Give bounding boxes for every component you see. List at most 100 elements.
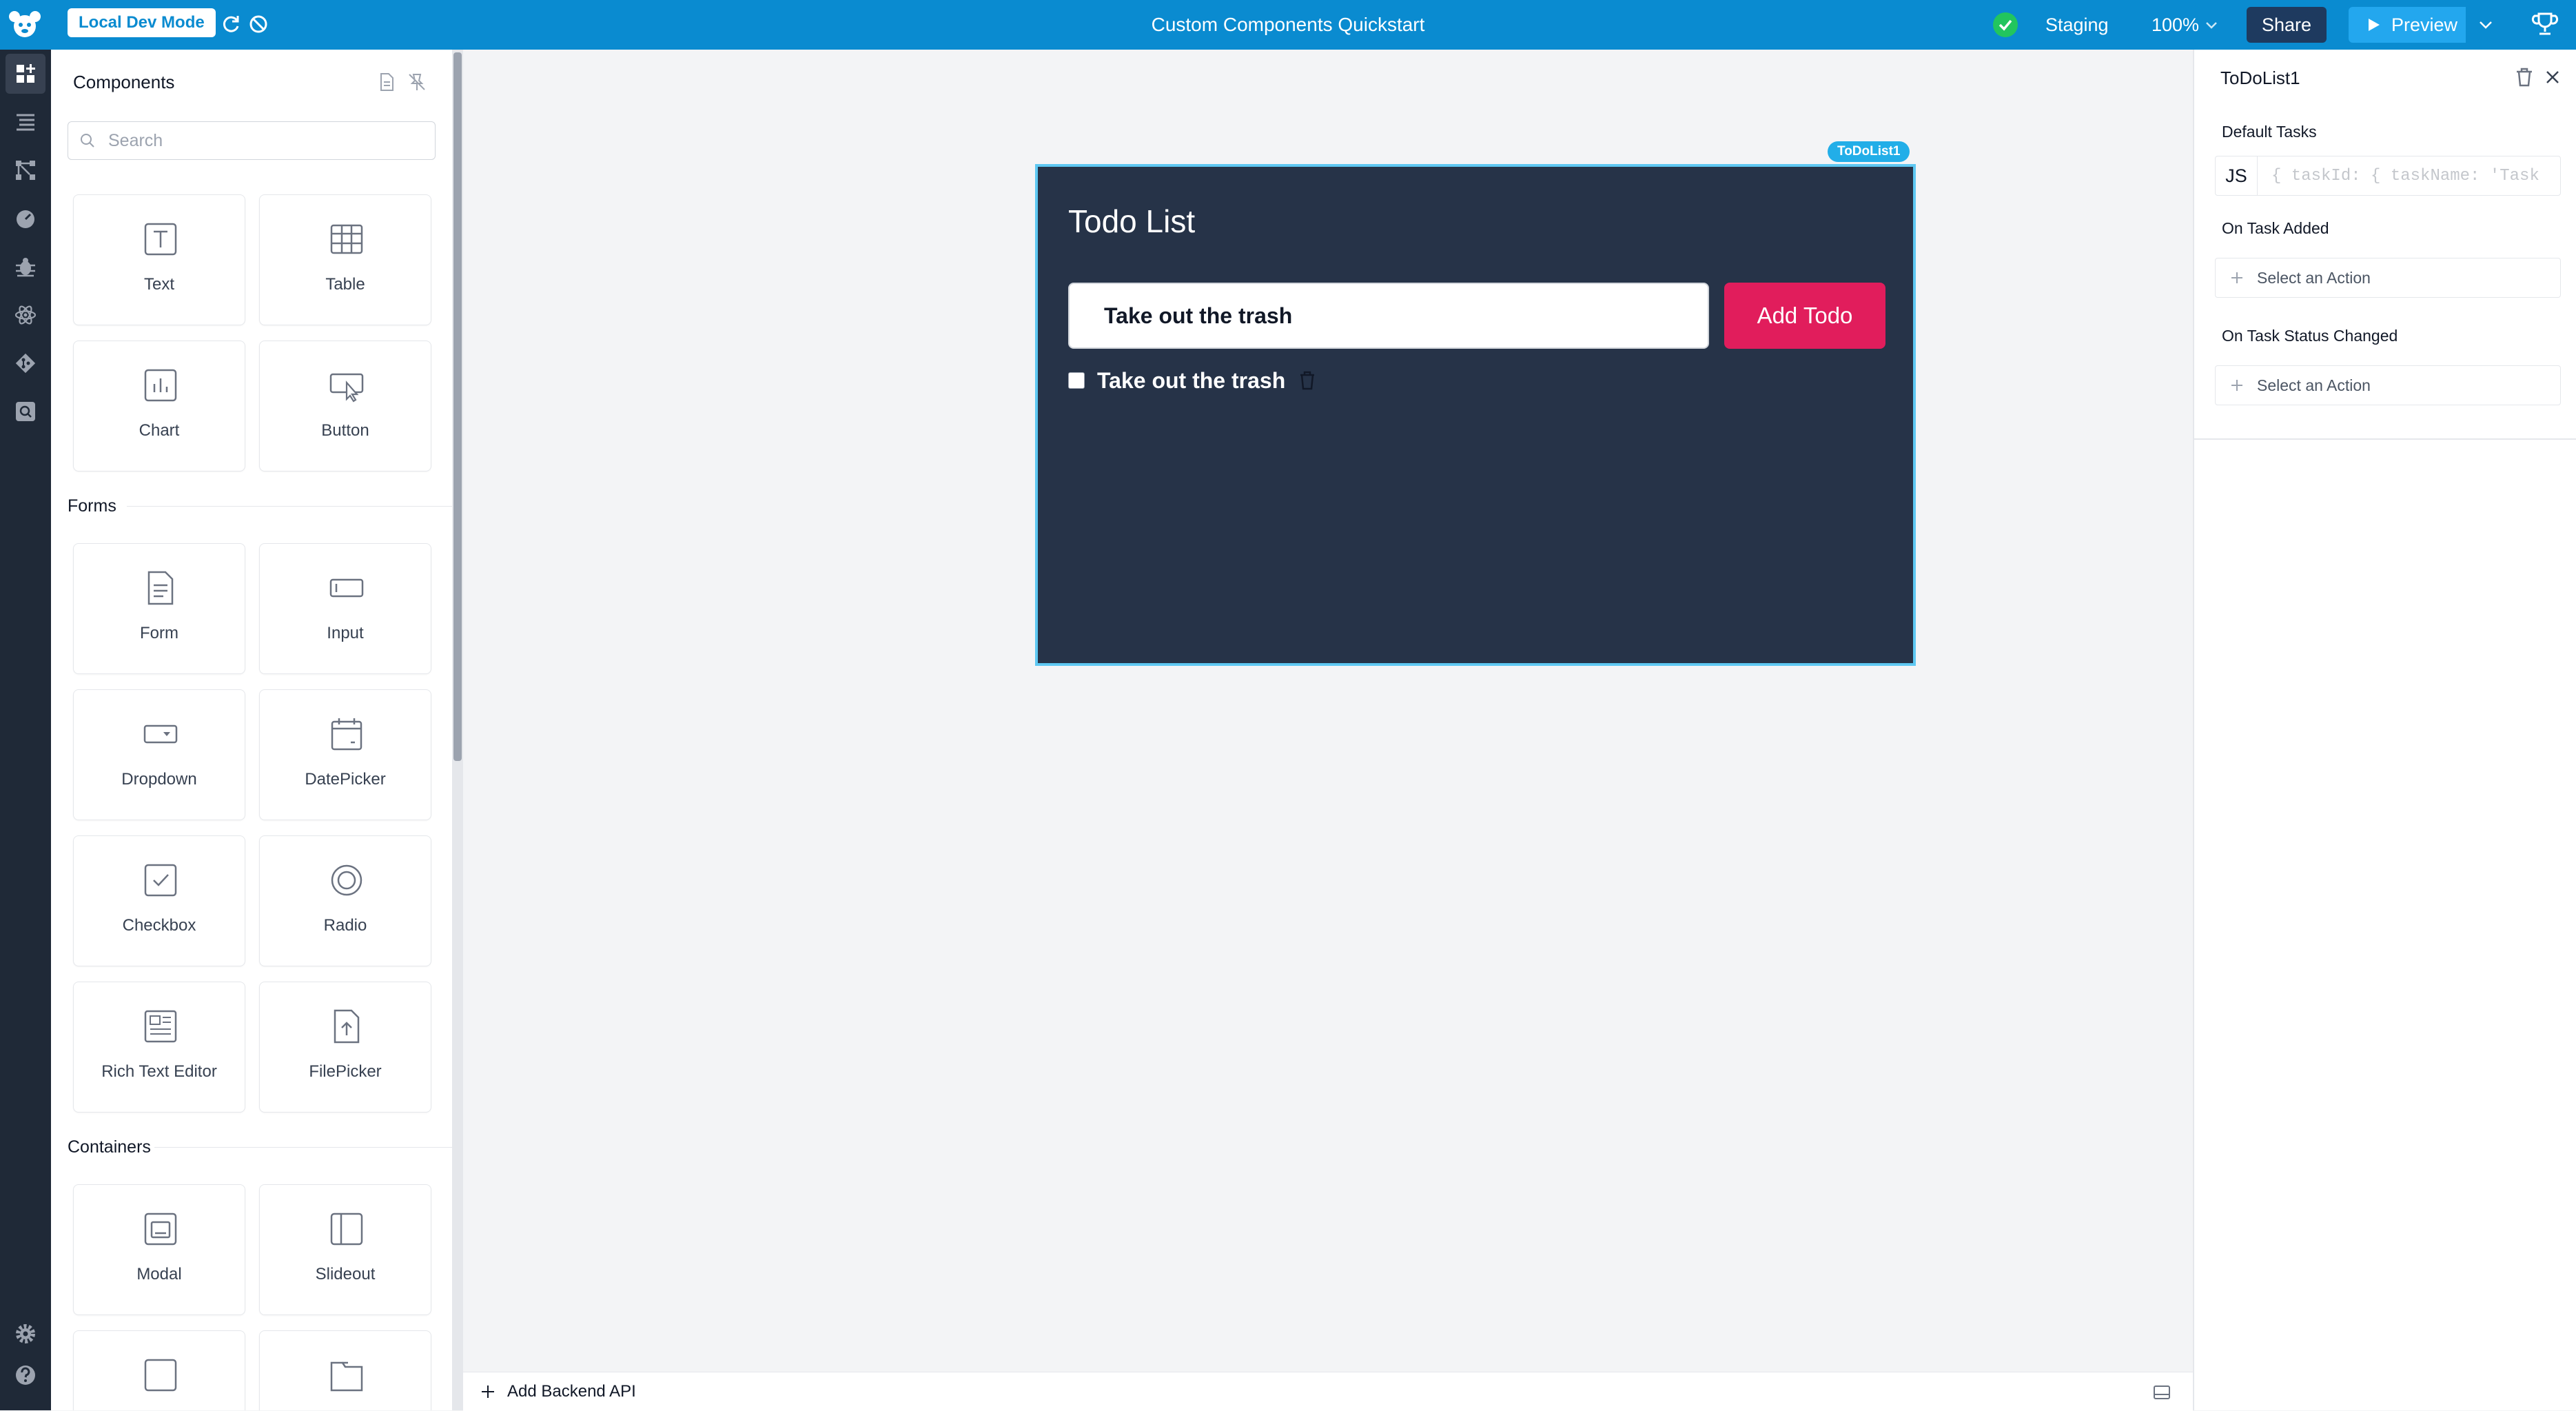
on-task-status-changed-label: On Task Status Changed	[2222, 327, 2398, 345]
add-todo-button[interactable]: Add Todo	[1724, 283, 1885, 349]
rail-dataflow[interactable]	[6, 150, 45, 190]
share-button[interactable]: Share	[2247, 7, 2327, 43]
todo-title: Todo List	[1068, 203, 1196, 239]
action-placeholder: Select an Action	[2257, 268, 2371, 287]
disable-icon[interactable]	[247, 12, 270, 36]
tile-label: Radio	[323, 916, 367, 935]
component-tile-text[interactable]: Text	[73, 194, 245, 325]
section-forms-label: Forms	[68, 496, 116, 516]
local-dev-mode-badge[interactable]: Local Dev Mode	[68, 8, 216, 37]
input-field-icon	[329, 578, 364, 598]
default-tasks-code[interactable]: { taskId: { taskName: 'Task	[2271, 167, 2539, 185]
selected-component-tag[interactable]: ToDoList1	[1828, 141, 1910, 162]
trash-icon[interactable]	[1298, 370, 1317, 391]
document-icon[interactable]	[376, 72, 397, 92]
component-tile-tabbed-container[interactable]	[259, 1330, 431, 1410]
section-containers-label: Containers	[68, 1137, 151, 1157]
unpin-icon[interactable]	[407, 72, 427, 92]
environment-status-icon	[1993, 12, 2018, 37]
chevron-down-icon[interactable]	[2202, 17, 2220, 34]
components-scrollbar-thumb[interactable]	[453, 52, 462, 761]
component-tile-checkbox[interactable]: Checkbox	[73, 835, 245, 966]
component-tile-container[interactable]	[73, 1330, 245, 1410]
checkbox-icon	[144, 864, 177, 897]
component-tile-button[interactable]: Button	[259, 341, 431, 471]
default-tasks-field[interactable]: JS { taskId: { taskName: 'Task	[2215, 156, 2561, 196]
rail-help[interactable]	[6, 1355, 45, 1395]
tile-label: Table	[325, 275, 365, 294]
component-tile-modal[interactable]: Modal	[73, 1184, 245, 1315]
panel-toggle-icon[interactable]	[2151, 1382, 2172, 1403]
modal-icon	[144, 1212, 177, 1246]
section-divider	[154, 1147, 453, 1148]
plus-icon[interactable]	[480, 1383, 496, 1400]
tile-label: DatePicker	[305, 770, 386, 789]
component-tile-slideout[interactable]: Slideout	[259, 1184, 431, 1315]
component-tile-form[interactable]: Form	[73, 543, 245, 674]
preview-options-button[interactable]	[2468, 7, 2503, 43]
slideout-icon	[330, 1212, 363, 1246]
rail-components[interactable]	[6, 54, 45, 94]
components-panel-title: Components	[73, 72, 175, 92]
on-task-status-changed-action[interactable]: Select an Action	[2215, 365, 2561, 405]
tabbed-container-icon	[330, 1361, 363, 1392]
on-task-added-action[interactable]: Select an Action	[2215, 258, 2561, 298]
component-tile-datepicker[interactable]: DatePicker	[259, 689, 431, 820]
preview-label: Preview	[2391, 14, 2458, 35]
rail-performance[interactable]	[6, 199, 45, 238]
component-tile-dropdown[interactable]: Dropdown	[73, 689, 245, 820]
refresh-icon[interactable]	[219, 12, 243, 36]
tile-label: FilePicker	[309, 1062, 382, 1081]
plus-icon	[2231, 380, 2242, 391]
rail-settings[interactable]	[6, 1314, 45, 1354]
cursor-button-icon	[329, 373, 364, 403]
component-tile-radio[interactable]: Radio	[259, 835, 431, 966]
rail-custom-components[interactable]	[6, 295, 45, 335]
rail-outline[interactable]	[6, 102, 45, 142]
bottom-bar: Add Backend API	[463, 1372, 2193, 1411]
tile-label: Form	[140, 624, 178, 642]
gear-icon	[16, 1324, 35, 1343]
trash-icon[interactable]	[2514, 66, 2535, 88]
action-placeholder: Select an Action	[2257, 376, 2371, 394]
tile-label: Slideout	[315, 1265, 376, 1283]
chevron-down-icon	[2480, 21, 2492, 29]
tile-label: Checkbox	[122, 916, 196, 935]
tile-label: Input	[327, 624, 364, 642]
search-input[interactable]	[107, 130, 413, 152]
todo-input[interactable]	[1068, 283, 1709, 349]
environment-selector[interactable]: Staging	[2045, 0, 2109, 50]
plus-icon	[2231, 272, 2242, 283]
component-search[interactable]	[68, 121, 436, 160]
preview-button[interactable]: Preview	[2349, 7, 2466, 43]
todo-checkbox[interactable]	[1068, 372, 1085, 389]
component-tile-chart[interactable]: Chart	[73, 341, 245, 471]
app-logo-icon[interactable]	[6, 6, 44, 44]
add-backend-api-button[interactable]: Add Backend API	[507, 1372, 636, 1411]
js-mode-toggle[interactable]: JS	[2216, 156, 2258, 195]
zoom-level[interactable]: 100%	[2151, 0, 2199, 50]
component-tile-input[interactable]: Input	[259, 543, 431, 674]
radio-icon	[331, 864, 362, 896]
component-tile-rich-text-editor[interactable]: Rich Text Editor	[73, 982, 245, 1113]
rail-debugger[interactable]	[6, 247, 45, 287]
trophy-icon[interactable]	[2531, 10, 2559, 39]
components-icon	[17, 64, 35, 83]
close-icon[interactable]	[2543, 68, 2562, 87]
git-icon	[15, 353, 36, 374]
component-tile-table[interactable]: Table	[259, 194, 431, 325]
top-bar: Local Dev Mode Custom Components Quickst…	[0, 0, 2576, 50]
todo-list-component[interactable]: Todo List Add Todo Take out the trash	[1035, 164, 1916, 666]
inspector-title[interactable]: ToDoList1	[2220, 68, 2300, 89]
search-app-icon	[16, 402, 35, 421]
inspector-panel: ToDoList1 Default Tasks JS { taskId: { t…	[2193, 50, 2576, 1410]
rail-search[interactable]	[6, 392, 45, 432]
left-rail	[0, 50, 51, 1410]
section-divider	[127, 506, 453, 507]
tile-label: Button	[321, 421, 369, 440]
rail-git[interactable]	[6, 343, 45, 383]
help-icon	[16, 1366, 35, 1385]
component-tile-filepicker[interactable]: FilePicker	[259, 982, 431, 1113]
editor-canvas[interactable]: ToDoList1 Todo List Add Todo Take out th…	[463, 50, 2193, 1373]
on-task-added-label: On Task Added	[2222, 219, 2329, 237]
